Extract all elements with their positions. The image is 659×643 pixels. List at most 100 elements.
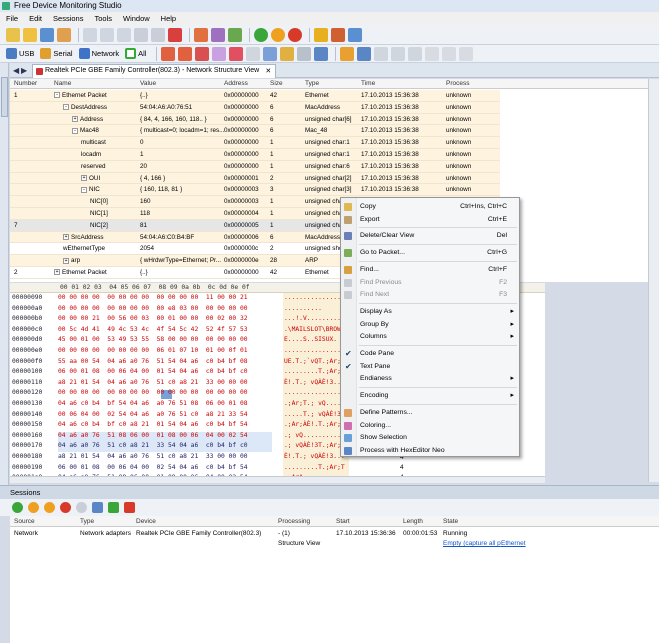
tree-row[interactable]: - NIC { 160, 118, 81 } 0x00000003 3 unsigned … bbox=[10, 184, 500, 197]
view-icon[interactable] bbox=[178, 46, 193, 61]
tree-row[interactable]: locadm 1 0x00000000 1 unsigned char:1 17.10.2… bbox=[10, 149, 500, 161]
tree-row[interactable]: + Address { 84, 4, 166, 160, 118.. } 0x0000… bbox=[10, 113, 500, 126]
menu-edit[interactable]: Edit bbox=[29, 14, 42, 23]
paste-icon[interactable] bbox=[117, 27, 131, 42]
menu-sessions[interactable]: Sessions bbox=[53, 14, 83, 23]
export-icon[interactable] bbox=[442, 46, 457, 61]
tree-row[interactable]: reserved 20 0x00000000 1 unsigned char:6 17.1… bbox=[10, 160, 500, 173]
view-icon[interactable] bbox=[161, 46, 176, 61]
col-state[interactable]: State bbox=[443, 518, 458, 525]
expand-toggle-icon[interactable]: - bbox=[63, 104, 69, 111]
menu-item-group-by[interactable]: Group By ▸ bbox=[341, 319, 519, 332]
menu-file[interactable]: File bbox=[6, 14, 18, 23]
view-icon[interactable] bbox=[195, 46, 210, 61]
col-device[interactable]: Device bbox=[136, 518, 156, 525]
tree-row[interactable]: 1 - Ethernet Packet {..} 0x00000000 42 Etherne… bbox=[10, 90, 500, 102]
close-icon[interactable]: ✕ bbox=[265, 67, 271, 75]
col-size[interactable]: Size bbox=[270, 80, 283, 87]
tools-icon[interactable] bbox=[228, 27, 242, 42]
menu-item-show-selection[interactable]: Show Selection bbox=[341, 432, 519, 445]
export-icon[interactable] bbox=[425, 46, 440, 61]
menu-help[interactable]: Help bbox=[161, 14, 176, 23]
capture-icon[interactable] bbox=[211, 27, 225, 42]
view-icon[interactable] bbox=[246, 46, 261, 61]
col-type[interactable]: Type bbox=[305, 80, 319, 87]
tree-row[interactable]: - DestAddress 54:04:A6:A0:76:51 0x00000000 6… bbox=[10, 101, 500, 114]
filter-icon[interactable] bbox=[331, 27, 345, 42]
col-type[interactable]: Type bbox=[80, 518, 94, 525]
record-icon[interactable] bbox=[194, 27, 208, 42]
save-icon[interactable] bbox=[40, 27, 54, 42]
col-number[interactable]: Number bbox=[14, 80, 37, 87]
vertical-scrollbar[interactable] bbox=[648, 79, 659, 482]
view-icon[interactable] bbox=[280, 46, 295, 61]
menu-item-columns[interactable]: Columns ▸ bbox=[341, 331, 519, 344]
hex-row[interactable]: 00000190 06 00 01 08 00 06 04 00 02 54 04… bbox=[10, 464, 545, 475]
pane-icon[interactable] bbox=[357, 46, 372, 61]
undo-icon[interactable] bbox=[134, 27, 148, 42]
stop-icon[interactable] bbox=[288, 27, 302, 42]
expand-toggle-icon[interactable]: + bbox=[54, 269, 60, 276]
open-icon[interactable] bbox=[23, 27, 37, 42]
tab-structure-view[interactable]: Realtek PCIe GBE Family Controller(802.3… bbox=[32, 64, 277, 78]
print-icon[interactable] bbox=[57, 27, 71, 42]
menu-item-find[interactable]: Find... Ctrl+F bbox=[341, 264, 519, 277]
horizontal-scrollbar[interactable] bbox=[10, 476, 545, 483]
redo-icon[interactable] bbox=[151, 27, 165, 42]
col-address[interactable]: Address bbox=[224, 80, 248, 87]
tab-prev-icon[interactable]: ◀ bbox=[13, 66, 19, 75]
pause-icon[interactable] bbox=[271, 27, 285, 42]
new-icon[interactable] bbox=[6, 27, 20, 42]
tree-row[interactable]: - Mac48 { multicast=0; locadm=1; res... 0x0… bbox=[10, 125, 500, 138]
menu-item-coloring[interactable]: Coloring... bbox=[341, 420, 519, 433]
tree-row[interactable]: multicast 0 0x00000000 1 unsigned char:1 17.1… bbox=[10, 137, 500, 149]
export-icon[interactable] bbox=[459, 46, 474, 61]
menu-item-encoding[interactable]: Encoding ▸ bbox=[341, 390, 519, 403]
menu-item-code-pane[interactable]: ✔ Code Pane bbox=[341, 348, 519, 361]
menu-item-text-pane[interactable]: ✔ Text Pane bbox=[341, 361, 519, 374]
col-time[interactable]: Time bbox=[361, 80, 375, 87]
view-icon[interactable] bbox=[297, 46, 312, 61]
col-source[interactable]: Source bbox=[14, 518, 35, 525]
menu-tools[interactable]: Tools bbox=[94, 14, 112, 23]
settings-icon[interactable] bbox=[348, 27, 362, 42]
expand-toggle-icon[interactable]: - bbox=[54, 92, 60, 99]
tree-row[interactable]: + OUI { 4, 166 } 0x00000001 2 unsigned char[2… bbox=[10, 172, 500, 185]
usb-filter-button[interactable]: USB bbox=[6, 48, 34, 59]
network-filter-button[interactable]: Network bbox=[78, 48, 119, 59]
session-row[interactable]: Network Network adapters Realtek PCIe GB… bbox=[10, 530, 659, 540]
expand-toggle-icon[interactable]: + bbox=[63, 233, 69, 240]
all-filter-button[interactable]: All bbox=[125, 48, 146, 59]
col-start[interactable]: Start bbox=[336, 518, 350, 525]
structure-view-icon[interactable] bbox=[263, 46, 278, 61]
menu-item-display-as[interactable]: Display As ▸ bbox=[341, 306, 519, 319]
col-value[interactable]: Value bbox=[140, 80, 156, 87]
menu-item-define-patterns[interactable]: Define Patterns... bbox=[341, 407, 519, 420]
menu-item-endianess[interactable]: Endianess ▸ bbox=[341, 373, 519, 386]
view-icon[interactable] bbox=[229, 46, 244, 61]
col-length[interactable]: Length bbox=[403, 518, 423, 525]
pause-session-icon[interactable] bbox=[28, 502, 39, 513]
menu-item-find-next[interactable]: Find Next F3 bbox=[341, 289, 519, 302]
stop-session-icon[interactable] bbox=[60, 502, 71, 513]
tab-next-icon[interactable]: ▶ bbox=[21, 66, 27, 75]
menu-window[interactable]: Window bbox=[123, 14, 150, 23]
expand-toggle-icon[interactable]: + bbox=[81, 174, 87, 181]
ethernet-link[interactable]: Ethernet bbox=[501, 540, 526, 547]
start-session-icon[interactable] bbox=[12, 502, 23, 513]
menu-item-copy[interactable]: Copy Ctrl+Ins, Ctrl+C bbox=[341, 201, 519, 214]
filter-link[interactable]: Empty (capture all p bbox=[443, 540, 501, 547]
start-icon[interactable] bbox=[254, 27, 268, 42]
expand-toggle-icon[interactable]: - bbox=[81, 186, 87, 193]
add-session-icon[interactable] bbox=[108, 502, 119, 513]
expand-toggle-icon[interactable]: + bbox=[63, 257, 69, 264]
session-subrow[interactable]: Structure View Empty (capture all p Ethe… bbox=[10, 540, 659, 550]
col-name[interactable]: Name bbox=[54, 80, 71, 87]
delete-icon[interactable] bbox=[168, 27, 182, 42]
serial-filter-button[interactable]: Serial bbox=[40, 48, 73, 59]
session-properties-icon[interactable] bbox=[92, 502, 103, 513]
pause-session-icon[interactable] bbox=[44, 502, 55, 513]
expand-toggle-icon[interactable]: - bbox=[72, 127, 78, 134]
cut-icon[interactable] bbox=[83, 27, 97, 42]
menu-item-process-with-hexeditor-neo[interactable]: Process with HexEditor Neo bbox=[341, 445, 519, 458]
